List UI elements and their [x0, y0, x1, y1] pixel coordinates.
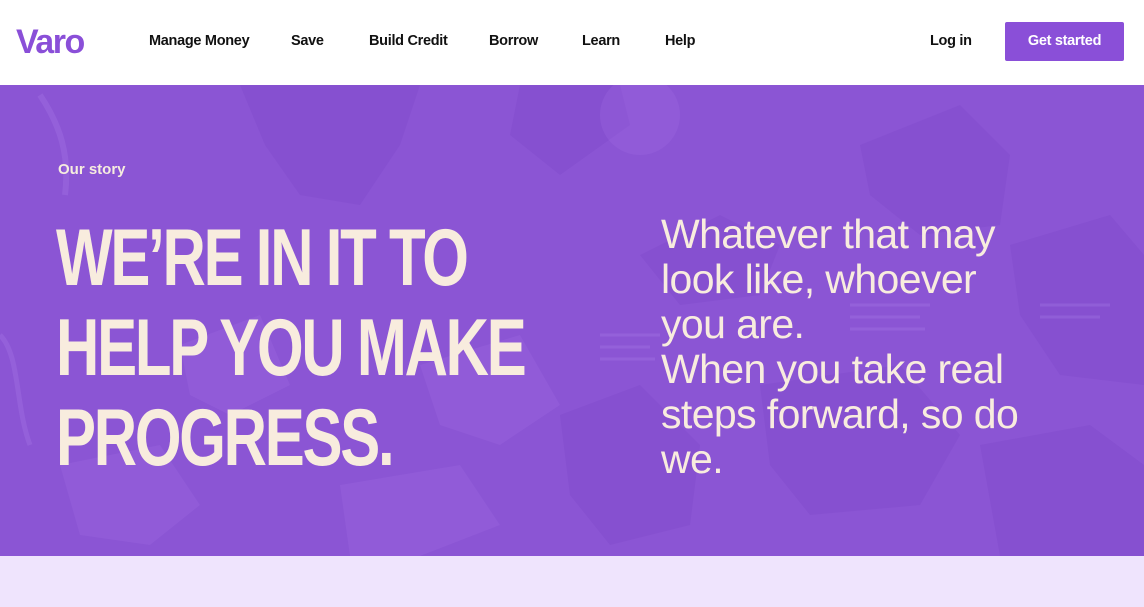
site-header: Varo Manage Money Save Build Credit Borr…: [0, 0, 1144, 85]
subhead-line: Whatever that may: [661, 211, 995, 257]
headline-line: PROGRESS.: [56, 393, 395, 483]
subhead-line: steps forward, so do: [661, 391, 1019, 437]
hero-section: Our story WE’RE IN IT TO HELP YOU MAKE P…: [0, 85, 1144, 556]
hero-eyebrow: Our story: [58, 161, 126, 178]
subhead-line: you are.: [661, 301, 805, 347]
hero-subhead: Whatever that may look like, whoever you…: [661, 212, 1131, 482]
headline-line: HELP YOU MAKE: [56, 303, 527, 393]
next-section: [0, 556, 1144, 607]
nav-save[interactable]: Save: [291, 31, 369, 51]
subhead-line: look like, whoever: [661, 256, 977, 302]
nav-build-credit[interactable]: Build Credit: [369, 31, 489, 51]
varo-logo[interactable]: Varo: [16, 22, 85, 62]
nav-borrow[interactable]: Borrow: [489, 31, 582, 51]
subhead-line: we.: [661, 436, 724, 482]
main-nav: Manage Money Save Build Credit Borrow Le…: [149, 31, 725, 51]
nav-manage-money[interactable]: Manage Money: [149, 31, 291, 51]
hero-headline: WE’RE IN IT TO HELP YOU MAKE PROGRESS.: [56, 213, 589, 483]
login-link[interactable]: Log in: [930, 31, 972, 51]
headline-line: WE’RE IN IT TO: [56, 213, 469, 303]
nav-learn[interactable]: Learn: [582, 31, 665, 51]
nav-help[interactable]: Help: [665, 31, 725, 51]
subhead-line: When you take real: [661, 346, 1004, 392]
get-started-button[interactable]: Get started: [1005, 22, 1124, 61]
